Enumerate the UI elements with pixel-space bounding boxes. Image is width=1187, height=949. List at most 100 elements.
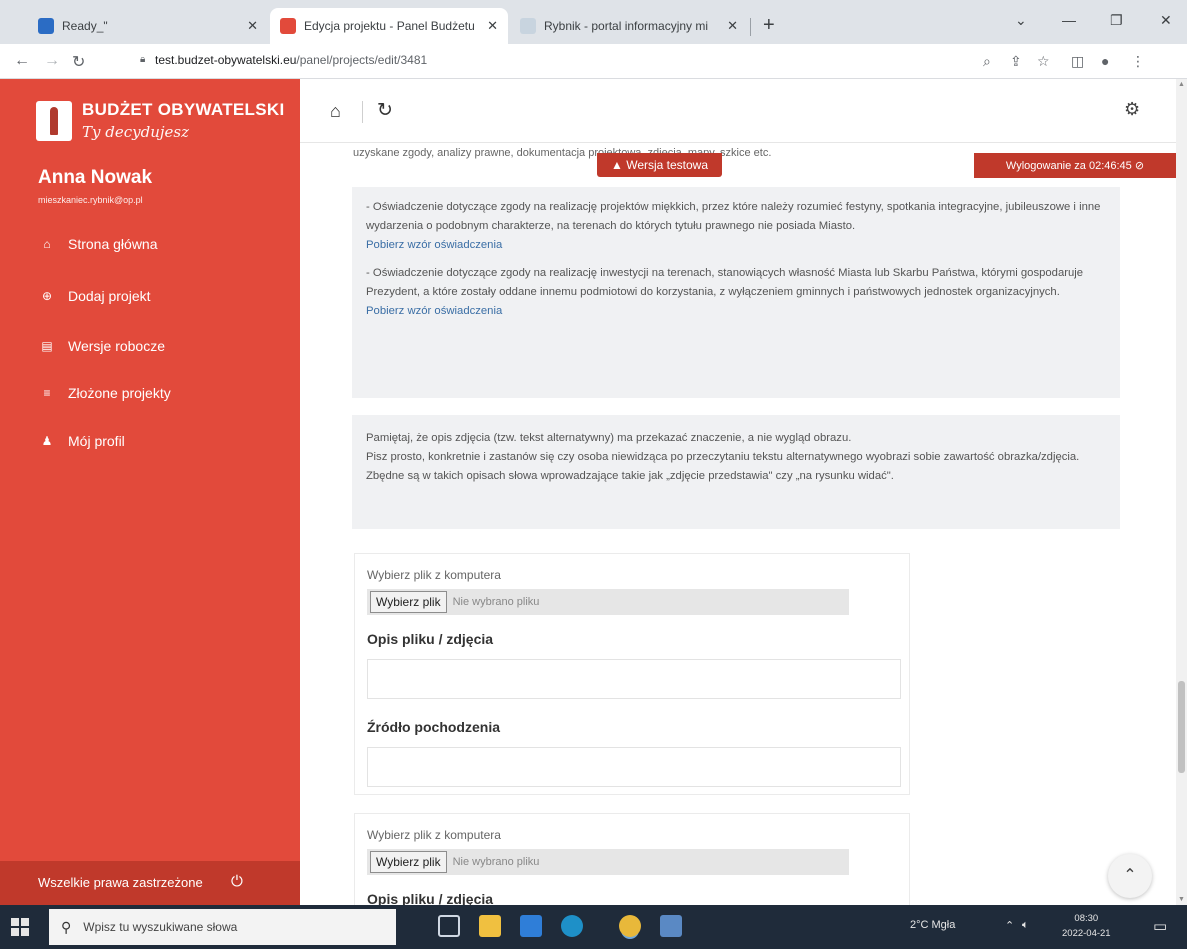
sidebar-item-profile[interactable]: ♟ Mój profil: [40, 433, 125, 449]
scroll-to-top-button[interactable]: ⌃: [1108, 854, 1152, 898]
mail-icon[interactable]: [520, 915, 542, 937]
chrome-icon[interactable]: [619, 915, 641, 937]
notification-icon[interactable]: ▭: [1153, 917, 1167, 935]
tab-title: Ready_": [62, 19, 108, 33]
reload-icon[interactable]: ↻: [72, 52, 85, 72]
clock-date: 2022-04-21: [1062, 928, 1111, 939]
sidebar-item-drafts[interactable]: ▤ Wersje robocze: [40, 338, 165, 354]
forward-icon[interactable]: →: [44, 52, 60, 70]
main-content: uzyskane zgody, analizy prawne, dokument…: [300, 143, 1176, 905]
user-icon: ♟: [41, 434, 53, 448]
download-template-link[interactable]: Pobierz wzór oświadczenia: [366, 305, 502, 317]
file-input[interactable]: Wybierz plik Nie wybrano pliku: [367, 849, 849, 875]
brand-slogan: Ty decydujesz: [82, 123, 189, 141]
chevron-up-icon: ⌃: [1123, 867, 1137, 884]
edge-icon[interactable]: [561, 915, 583, 937]
search-placeholder: Wpisz tu wyszukiwane słowa: [83, 920, 238, 934]
file-description-label: Opis pliku / zdjęcia: [367, 891, 494, 905]
sidebar-item-label: Dodaj projekt: [68, 288, 151, 304]
scroll-thumb[interactable]: [1178, 681, 1185, 773]
scroll-down-icon[interactable]: ▼: [1178, 896, 1185, 903]
browser-tab[interactable]: Rybnik - portal informacyjny mi ✕: [510, 8, 748, 44]
doc-favicon-icon: [38, 18, 54, 34]
close-tab-icon[interactable]: ✕: [487, 18, 498, 34]
file-upload-block: Wybierz plik z komputera Wybierz plik Ni…: [354, 813, 910, 905]
note-line: Pamiętaj, że opis zdjęcia (tzw. tekst al…: [366, 432, 852, 444]
search-icon: ⚲: [61, 918, 72, 935]
file-status: Nie wybrano pliku: [452, 596, 540, 608]
taskbar-search[interactable]: ⚲ Wpisz tu wyszukiwane słowa: [49, 909, 396, 945]
sidebar-item-submitted-projects[interactable]: ≡ Złożone projekty: [40, 385, 171, 401]
back-icon[interactable]: ←: [14, 52, 30, 70]
browser-tab-bar: Ready_" ✕ Edycja projektu - Panel Budżet…: [0, 0, 1187, 44]
taskbar: ⚲ Wpisz tu wyszukiwane słowa 2°C Mgła ⌃ …: [0, 905, 1187, 949]
clock[interactable]: 08:30 2022-04-21: [1062, 911, 1111, 941]
tab-title: Rybnik - portal informacyjny mi: [544, 19, 709, 33]
speaker-icon[interactable]: 🔈︎: [1022, 919, 1029, 932]
source-input[interactable]: [367, 747, 901, 787]
note-line: Pisz prosto, konkretnie i zastanów się c…: [366, 451, 1080, 463]
url-path: /panel/projects/edit/3481: [296, 53, 428, 67]
brand-name: BUDŻET OBYWATELSKI: [82, 100, 285, 119]
sidebar-item-label: Mój profil: [68, 433, 125, 449]
tray-chevron-icon[interactable]: ⌃: [1005, 919, 1014, 932]
url-domain: test.budzet-obywatelski.eu: [155, 53, 297, 67]
bookmark-star-icon[interactable]: ☆: [1037, 53, 1050, 70]
download-template-link[interactable]: Pobierz wzór oświadczenia: [366, 239, 502, 251]
topbar: ⌂ ↻ ⚙: [300, 79, 1176, 143]
zoom-icon[interactable]: ⌕: [983, 53, 991, 70]
choose-file-button[interactable]: Wybierz plik: [370, 851, 447, 873]
browser-tab[interactable]: Ready_" ✕: [28, 8, 268, 44]
sidebar-item-label: Złożone projekty: [68, 385, 171, 401]
scroll-up-icon[interactable]: ▲: [1178, 81, 1185, 88]
app-icon[interactable]: [660, 915, 682, 937]
browser-menu-icon[interactable]: ⋮: [1131, 53, 1145, 70]
share-icon[interactable]: ⇪: [1010, 53, 1022, 70]
note-paragraph: - Oświadczenie dotyczące zgody na realiz…: [366, 201, 1101, 232]
user-email: mieszkaniec.rybnik@op.pl: [38, 195, 143, 205]
file-explorer-icon[interactable]: [479, 915, 501, 937]
refresh-icon[interactable]: ↻: [377, 99, 393, 122]
task-view-icon[interactable]: [438, 915, 460, 937]
weather-widget[interactable]: 2°C Mgła: [910, 919, 955, 931]
file-input[interactable]: Wybierz plik Nie wybrano pliku: [367, 589, 849, 615]
url-field[interactable]: test.budzet-obywatelski.eu/panel/project…: [155, 53, 427, 67]
minimize-icon[interactable]: —: [1062, 12, 1076, 28]
windows-start-icon[interactable]: [11, 918, 29, 936]
profile-icon[interactable]: ●: [1101, 53, 1109, 69]
choose-file-label: Wybierz plik z komputera: [367, 828, 501, 842]
page-scrollbar[interactable]: ▲ ▼: [1176, 79, 1187, 905]
note-paragraph: - Oświadczenie dotyczące zgody na realiz…: [366, 267, 1084, 298]
info-note-declarations: - Oświadczenie dotyczące zgody na realiz…: [352, 187, 1120, 398]
file-status: Nie wybrano pliku: [452, 856, 540, 868]
sidebar-item-label: Wersje robocze: [68, 338, 166, 354]
new-tab-icon[interactable]: +: [763, 14, 775, 37]
portal-favicon-icon: [520, 18, 536, 34]
chevron-down-icon[interactable]: ⌄: [1015, 12, 1027, 29]
note-line: Zbędne są w takich opisach słowa wprowad…: [366, 470, 894, 482]
power-icon[interactable]: ⏻: [231, 873, 243, 890]
source-label: Źródło pochodzenia: [367, 719, 500, 735]
side-panel-icon[interactable]: ◫: [1071, 53, 1084, 70]
file-upload-block: Wybierz plik z komputera Wybierz plik Ni…: [354, 553, 910, 795]
close-tab-icon[interactable]: ✕: [247, 18, 258, 34]
test-version-badge: ▲ Wersja testowa: [597, 153, 723, 177]
gear-icon[interactable]: ⚙: [1124, 99, 1140, 120]
logo-figure-icon: [50, 107, 58, 135]
restore-icon[interactable]: ❐: [1110, 12, 1123, 29]
lock-icon[interactable]: 🔒︎: [140, 54, 145, 65]
sidebar-item-home[interactable]: ⌂ Strona główna: [40, 236, 158, 252]
file-icon: ▤: [41, 339, 53, 353]
address-bar: ← → ↻ 🔒︎ test.budzet-obywatelski.eu/pane…: [0, 44, 1187, 79]
window-close-icon[interactable]: ✕: [1160, 12, 1172, 29]
file-description-input[interactable]: [367, 659, 901, 699]
sidebar-item-label: Strona główna: [68, 236, 158, 252]
home-icon[interactable]: ⌂: [330, 101, 341, 122]
choose-file-button[interactable]: Wybierz plik: [370, 591, 447, 613]
tab-separator: [750, 18, 751, 36]
browser-tab-active[interactable]: Edycja projektu - Panel Budżetu ✕: [270, 8, 508, 44]
sidebar-item-add-project[interactable]: ⊕ Dodaj projekt: [40, 288, 151, 304]
close-tab-icon[interactable]: ✕: [727, 18, 738, 34]
home-icon: ⌂: [43, 237, 51, 251]
list-icon: ≡: [43, 386, 51, 400]
